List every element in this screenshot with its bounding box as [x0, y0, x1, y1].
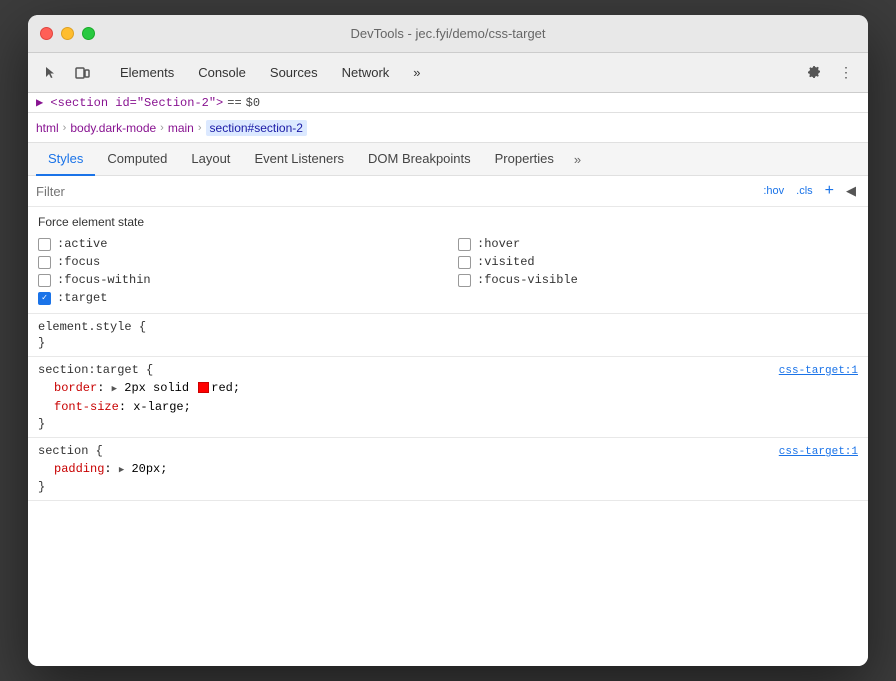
more-options-icon[interactable]: ⋮	[832, 59, 860, 87]
devtools-tab-bar: Elements Console Sources Network » ⋮	[28, 53, 868, 93]
settings-icon[interactable]	[800, 59, 828, 87]
panel-tab-more[interactable]: »	[570, 144, 585, 175]
css-closing-element-style: }	[38, 336, 858, 350]
css-link-section[interactable]: css-target:1	[779, 446, 858, 458]
devtools-icons	[36, 59, 96, 87]
tab-event-listeners[interactable]: Event Listeners	[242, 143, 356, 176]
filter-input[interactable]	[36, 184, 755, 199]
css-prop-padding: padding: ▶ 20px;	[38, 460, 858, 479]
css-rule-section-target: section:target { css-target:1 border: ▶ …	[28, 357, 868, 438]
tab-dom-breakpoints[interactable]: DOM Breakpoints	[356, 143, 483, 176]
state-active-label: :active	[57, 237, 107, 251]
hov-button[interactable]: :hov	[759, 183, 788, 199]
css-rule-header-section: section { css-target:1	[38, 444, 858, 458]
checkbox-focus-visible[interactable]	[458, 274, 471, 287]
tab-properties[interactable]: Properties	[483, 143, 566, 176]
css-selector-section: section {	[38, 444, 103, 458]
state-visited: :visited	[458, 255, 858, 269]
plus-button[interactable]: +	[821, 180, 838, 202]
styles-content: Force element state :active :hover	[28, 207, 868, 666]
css-prop-border: border: ▶ 2px solid red;	[38, 379, 858, 398]
element-dollar: $0	[246, 96, 260, 110]
css-prop-val-red: red;	[211, 381, 240, 395]
title-bar: DevTools - jec.fyi/demo/css-target	[28, 15, 868, 53]
color-swatch-red[interactable]	[198, 382, 209, 393]
element-info-bar: ▶ <section id="Section-2"> == $0	[28, 93, 868, 113]
state-focus-visible: :focus-visible	[458, 273, 858, 287]
state-active: :active	[38, 237, 438, 251]
css-prop-font-size: font-size: x-large;	[38, 398, 858, 417]
element-tag: ▶ <section id="Section-2">	[36, 95, 223, 110]
state-focus: :focus	[38, 255, 438, 269]
state-target: :target	[38, 291, 438, 305]
css-prop-name-border: border	[54, 381, 97, 395]
device-icon[interactable]	[68, 59, 96, 87]
css-link-section-target[interactable]: css-target:1	[779, 365, 858, 377]
tab-more[interactable]: »	[401, 57, 432, 88]
checkbox-target[interactable]	[38, 292, 51, 305]
element-equals: ==	[227, 96, 241, 110]
css-rule-header-element-style: element.style {	[38, 320, 858, 334]
breadcrumb-bar: html › body.dark-mode › main › section#s…	[28, 113, 868, 143]
css-prop-name-padding: padding	[54, 462, 104, 476]
cls-button[interactable]: .cls	[792, 183, 817, 199]
traffic-lights	[40, 27, 95, 40]
checkbox-hover[interactable]	[458, 238, 471, 251]
devtools-window: DevTools - jec.fyi/demo/css-target Eleme…	[28, 15, 868, 666]
state-grid: :active :hover :focus :visited	[38, 237, 858, 305]
css-rule-header-section-target: section:target { css-target:1	[38, 363, 858, 377]
force-state-section: Force element state :active :hover	[28, 207, 868, 314]
breadcrumb-html[interactable]: html	[36, 121, 59, 135]
css-closing-section: }	[38, 480, 858, 494]
checkbox-visited[interactable]	[458, 256, 471, 269]
state-hover: :hover	[458, 237, 858, 251]
state-hover-label: :hover	[477, 237, 520, 251]
tab-layout[interactable]: Layout	[179, 143, 242, 176]
state-visited-label: :visited	[477, 255, 535, 269]
styles-scroll[interactable]: Force element state :active :hover	[28, 207, 868, 666]
css-prop-name-font-size: font-size	[54, 400, 119, 414]
maximize-button[interactable]	[82, 27, 95, 40]
css-selector-element-style: element.style {	[38, 320, 146, 334]
css-selector-section-target: section:target {	[38, 363, 153, 377]
tab-network[interactable]: Network	[330, 57, 402, 88]
state-focus-label: :focus	[57, 255, 100, 269]
panel-tab-bar: Styles Computed Layout Event Listeners D…	[28, 143, 868, 176]
css-prop-val-padding: 20px;	[124, 462, 167, 476]
checkbox-focus[interactable]	[38, 256, 51, 269]
minimize-button[interactable]	[61, 27, 74, 40]
styles-panel: :hov .cls + ◀ Force element state :activ…	[28, 176, 868, 666]
state-focus-visible-label: :focus-visible	[477, 273, 578, 287]
tab-console[interactable]: Console	[186, 57, 258, 88]
css-prop-val-border: 2px solid	[117, 381, 196, 395]
window-title: DevTools - jec.fyi/demo/css-target	[350, 26, 545, 41]
breadcrumb-main[interactable]: main	[168, 121, 194, 135]
css-rule-section: section { css-target:1 padding: ▶ 20px; …	[28, 438, 868, 500]
tab-styles[interactable]: Styles	[36, 143, 95, 176]
tab-elements[interactable]: Elements	[108, 57, 186, 88]
sidebar-toggle-icon[interactable]: ◀	[842, 181, 860, 201]
cursor-icon[interactable]	[36, 59, 64, 87]
tab-sources[interactable]: Sources	[258, 57, 330, 88]
force-state-title: Force element state	[38, 215, 858, 229]
css-rule-element-style: element.style { }	[28, 314, 868, 357]
checkbox-focus-within[interactable]	[38, 274, 51, 287]
devtools-right-controls: ⋮	[800, 59, 860, 87]
close-button[interactable]	[40, 27, 53, 40]
state-target-label: :target	[57, 291, 107, 305]
state-focus-within: :focus-within	[38, 273, 438, 287]
checkbox-active[interactable]	[38, 238, 51, 251]
filter-bar: :hov .cls + ◀	[28, 176, 868, 207]
css-closing-section-target: }	[38, 417, 858, 431]
breadcrumb-section[interactable]: section#section-2	[206, 120, 307, 136]
breadcrumb-body[interactable]: body.dark-mode	[70, 121, 156, 135]
state-focus-within-label: :focus-within	[57, 273, 151, 287]
tab-computed[interactable]: Computed	[95, 143, 179, 176]
